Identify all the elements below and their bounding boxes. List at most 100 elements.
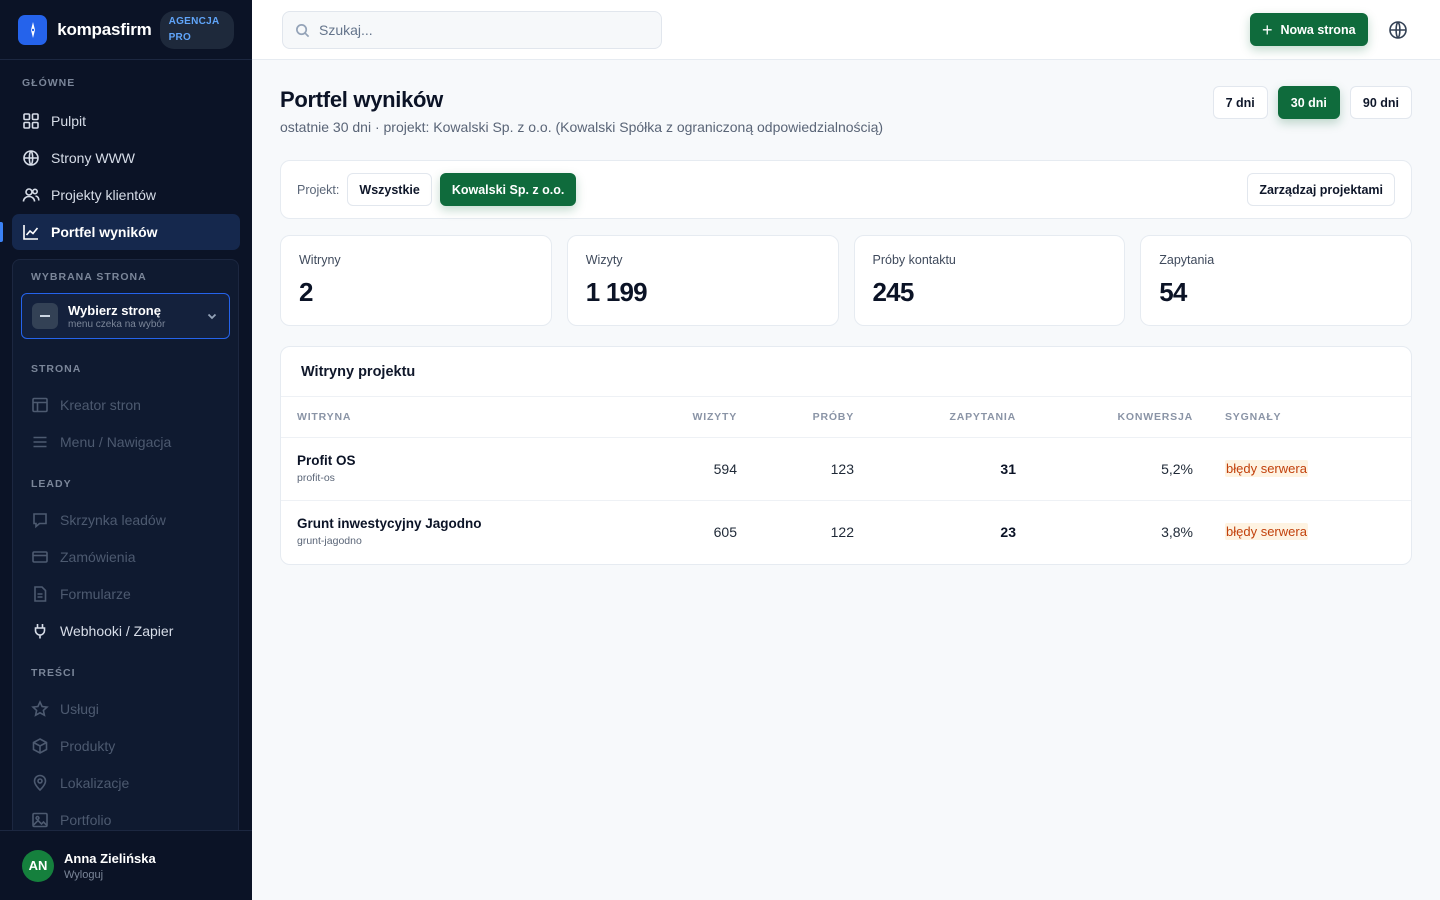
sidebar-item-label: Webhooki / Zapier [60,622,174,639]
section-label-main: GŁÓWNE [22,77,76,89]
topbar: + Nowa strona [252,0,1440,60]
page-title: Portfel wyników [280,87,443,112]
search-box[interactable] [282,11,662,49]
sidebar-item-lokalizacje[interactable]: Lokalizacje [13,764,238,801]
site-slug: grunt-jagodno [297,535,362,548]
user-name: Anna Zielińska [64,850,156,866]
table-row[interactable]: Grunt inwestycyjny Jagodno grunt-jagodno… [281,500,1411,563]
sidebar-item-zamowienia[interactable]: Zamówienia [13,538,238,575]
compass-logo-icon [18,14,48,45]
map-pin-icon [33,774,47,791]
sidebar-item-formularze[interactable]: Formularze [13,575,238,612]
sidebar-item-label: Formularze [60,585,131,602]
range-30-days[interactable]: 30 dni [1277,86,1340,119]
sidebar-item-label: Strony WWW [51,150,135,166]
stat-card-zapytania: Zapytania 54 [1140,235,1412,326]
brand[interactable]: kompasfirm AGENCJA PRO [0,0,252,60]
section-label-tresci: TREŚCI [31,667,76,679]
globe-icon [23,150,39,166]
sidebar-item-projekty[interactable]: Projekty klientów [12,177,240,213]
stat-label: Próby kontaktu [872,253,956,267]
stat-label: Witryny [299,253,341,267]
sidebar-item-pulpit[interactable]: Pulpit [12,103,240,139]
sidebar-item-label: Usługi [60,700,99,717]
sidebar-item-produkty[interactable]: Produkty [13,727,238,764]
sidebar-item-webhooki[interactable]: Webhooki / Zapier [13,612,238,649]
plus-icon: + [1262,19,1273,40]
signal-badge: błędy serwera [1225,523,1308,541]
manage-projects-button[interactable]: Zarządzaj projektami [1247,173,1395,206]
site-panel: WYBRANA STRONA Wybierz stronę menu czeka… [12,259,239,839]
section-label-selected: WYBRANA STRONA [31,271,147,283]
menu-icon [33,436,47,447]
column-header-sygnaly[interactable]: SYGNAŁY [1193,397,1411,438]
column-header-proby[interactable]: PRÓBY [737,397,854,438]
site-name[interactable]: Profit OS [297,453,577,468]
signal-badge: błędy serwera [1225,460,1308,477]
column-header-zapytania[interactable]: ZAPYTANIA [854,397,1016,438]
sidebar-item-label: Lokalizacje [60,774,130,791]
sidebar-item-label: Menu / Nawigacja [60,433,172,450]
sidebar-item-uslugi[interactable]: Usługi [13,690,238,727]
cell-visits: 594 [577,437,737,501]
sites-table: WITRYNA WIZYTY PRÓBY ZAPYTANIA KONWERSJA… [281,397,1411,563]
brand-name: kompasfirm [57,19,152,39]
search-input[interactable] [319,22,649,38]
image-icon [32,812,48,827]
stat-label: Wizyty [585,253,623,267]
select-subtitle: menu czeka na wybór [68,318,166,330]
new-page-button[interactable]: + Nowa strona [1250,13,1368,46]
filter-chip-all[interactable]: Wszystkie [347,173,432,206]
sidebar-item-strony-www[interactable]: Strony WWW [12,140,240,176]
language-globe-icon[interactable] [1388,20,1408,40]
sidebar-item-label: Portfel wyników [51,224,158,240]
stat-card-proby: Próby kontaktu 245 [853,235,1126,326]
sidebar-item-portfel[interactable]: Portfel wyników [0,214,240,250]
sidebar-item-skrzynka[interactable]: Skrzynka leadów [13,501,238,538]
column-header-witryna[interactable]: WITRYNA [281,397,577,438]
chevron-down-icon [207,313,217,320]
table-header-row: WITRYNA WIZYTY PRÓBY ZAPYTANIA KONWERSJA… [281,397,1411,438]
filter-chip-kowalski[interactable]: Kowalski Sp. z o.o. [439,173,577,206]
sidebar: kompasfirm AGENCJA PRO GŁÓWNE Pulpit Str… [0,0,252,900]
column-header-wizyty[interactable]: WIZYTY [577,397,737,438]
cell-conversion: 5,2% [1016,437,1193,501]
sidebar-item-label: Kreator stron [60,396,141,413]
page-subtitle: ostatnie 30 dni · projekt: Kowalski Sp. … [280,119,884,135]
site-placeholder-icon [32,303,58,329]
table-title: Witryny projektu [281,347,1411,397]
cell-inquiries: 31 [854,437,1016,501]
section-label-strona: STRONA [31,363,82,375]
cell-inquiries: 23 [1000,523,1016,540]
sidebar-item-label: Skrzynka leadów [60,511,166,528]
range-90-days[interactable]: 90 dni [1349,86,1412,119]
plug-icon [34,623,46,638]
column-header-konwersja[interactable]: KONWERSJA [1016,397,1193,438]
range-7-days[interactable]: 7 dni [1212,86,1268,119]
cell-attempts: 122 [830,523,854,540]
document-icon [34,585,47,602]
box-icon [32,737,48,754]
filter-label: Projekt: [297,182,340,197]
layout-icon [32,397,48,412]
stat-value: 245 [872,277,915,307]
cell-conversion: 3,8% [1161,523,1193,540]
sidebar-item-kreator[interactable]: Kreator stron [13,386,238,423]
range-selector: 7 dni 30 dni 90 dni [1212,86,1412,119]
site-name[interactable]: Grunt inwestycyjny Jagodno [297,516,577,531]
table-row[interactable]: Profit OS profit-os 594 123 31 5,2% błęd… [281,437,1411,501]
sidebar-item-label: Pulpit [51,113,87,129]
logout-link[interactable]: Wyloguj [64,869,156,881]
cell-attempts: 123 [737,437,854,501]
stat-value: 1 199 [585,277,648,307]
stats-row: Witryny 2 Wizyty 1 199 Próby kontaktu 24… [280,235,1412,326]
project-filter: Projekt: Wszystkie Kowalski Sp. z o.o. Z… [280,160,1412,219]
site-slug: profit-os [297,472,335,484]
sidebar-item-label: Portfolio [60,811,112,828]
sidebar-item-menu[interactable]: Menu / Nawigacja [13,423,238,460]
section-label-leady: LEADY [31,478,72,490]
avatar[interactable]: AN [22,849,54,882]
star-icon [31,699,49,717]
site-select[interactable]: Wybierz stronę menu czeka na wybór [21,293,230,339]
main-nav: GŁÓWNE Pulpit Strony WWW Projekty klient… [0,60,252,250]
